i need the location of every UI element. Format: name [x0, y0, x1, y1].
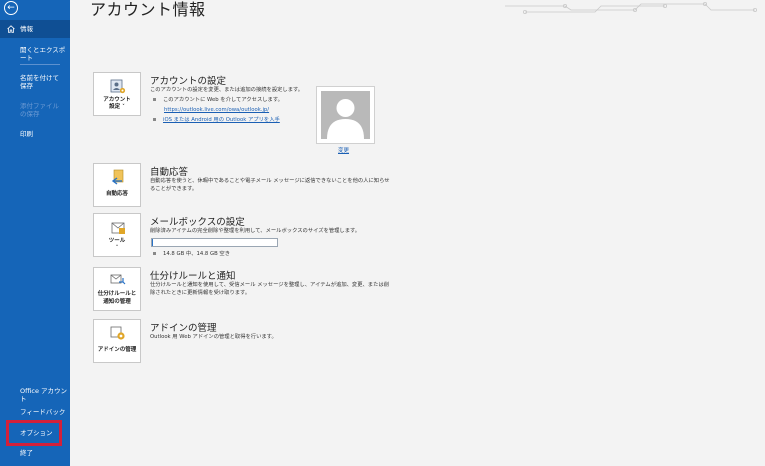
tools-icon: [111, 222, 125, 234]
sidebar-item-info[interactable]: 情報: [0, 20, 70, 38]
auto-reply-desc: 自動応答を使うと、休暇中であることや電子メール メッセージに返信できないことを他…: [150, 178, 390, 192]
owa-link[interactable]: https://outlook.live.com/owa/outlook.jp/: [164, 106, 269, 114]
sidebar-item-label: Office アカウント: [20, 387, 68, 403]
person-silhouette-icon: [327, 99, 364, 139]
bullet-icon: [153, 98, 156, 101]
account-settings-icon: [110, 79, 126, 94]
manage-addins-button[interactable]: アドインの管理: [93, 319, 141, 363]
sidebar-item-label: 印刷: [20, 130, 33, 138]
rules-alerts-title: 仕分けルールと通知: [150, 271, 236, 282]
change-photo-link[interactable]: 変更: [338, 146, 349, 154]
backstage-sidebar: ← 情報 開くとエクスポート 名前を付けて保存 添付ファイルの保存 印刷 Off…: [0, 0, 70, 466]
sidebar-item-save-as[interactable]: 名前を付けて保存: [0, 74, 70, 90]
tools-button[interactable]: ツール ˅: [93, 213, 141, 257]
owa-link-text[interactable]: https://outlook.live.com/owa/outlook.jp/: [164, 107, 269, 113]
sidebar-divider: [20, 64, 60, 65]
sidebar-item-exit[interactable]: 終了: [0, 449, 70, 457]
rules-alerts-button[interactable]: 仕分けルールと 通知の管理: [93, 267, 141, 311]
sidebar-item-label: 添付ファイルの保存: [20, 102, 59, 118]
tile-label: 仕分けルールと: [97, 291, 137, 297]
profile-picture: [316, 86, 375, 144]
tile-label: アドインの管理: [97, 347, 137, 353]
mobile-app-link[interactable]: iOS または Android 用の Outlook アプリを入手: [153, 116, 280, 124]
sidebar-item-options[interactable]: オプション: [0, 429, 70, 437]
tile-label: 自動応答: [105, 191, 128, 197]
web-access-label: このアカウントに Web を介してアクセスします。: [163, 97, 283, 103]
sidebar-item-label: 開くとエクスポート: [20, 46, 66, 62]
rules-icon: [110, 274, 126, 285]
sidebar-item-label: 名前を付けて保存: [20, 74, 59, 90]
page-title: アカウント情報: [90, 0, 206, 19]
mailbox-usage-bar: [151, 238, 278, 247]
tile-label: 通知の管理: [103, 299, 131, 305]
sidebar-item-print[interactable]: 印刷: [0, 130, 70, 138]
mailbox-usage-fill: [152, 239, 154, 246]
auto-reply-icon: [111, 169, 124, 185]
tile-label: 設定 ˅: [109, 104, 125, 110]
account-settings-button[interactable]: アカウント 設定 ˅: [93, 72, 141, 116]
rules-alerts-desc: 仕分けルールと通知を使用して、受信メール メッセージを整理し、アイテムが追加、変…: [150, 282, 389, 296]
tile-label: アカウント: [103, 97, 131, 103]
sidebar-item-feedback[interactable]: フィードバック: [0, 408, 70, 416]
auto-reply-title: 自動応答: [150, 167, 189, 178]
sidebar-item-office-account[interactable]: Office アカウント: [0, 387, 70, 403]
home-icon: [7, 25, 15, 33]
mailbox-settings-title: メールボックスの設定: [150, 217, 245, 228]
web-access-text: このアカウントに Web を介してアクセスします。: [153, 96, 283, 104]
bullet-icon: [153, 118, 156, 121]
tile-label: ツール: [108, 238, 126, 244]
sidebar-item-label: 情報: [20, 25, 33, 33]
back-arrow-icon[interactable]: ←: [4, 1, 18, 15]
auto-reply-button[interactable]: 自動応答: [93, 163, 141, 207]
account-settings-title: アカウントの設定: [150, 76, 227, 87]
circuit-decoration-icon: [505, 2, 757, 14]
mobile-app-link-text[interactable]: iOS または Android 用の Outlook アプリを入手: [163, 117, 280, 123]
addins-title: アドインの管理: [150, 323, 217, 334]
mailbox-settings-desc: 削除済みアイテムの完全削除や整理を利用して、メールボックスのサイズを管理します。: [150, 228, 361, 234]
sidebar-item-label: フィードバック: [20, 408, 66, 416]
bullet-icon: [153, 252, 156, 255]
addins-gear-icon: [110, 326, 125, 340]
sidebar-item-label: オプション: [20, 429, 53, 437]
storage-text: 14.8 GB 中、14.8 GB 空き: [153, 250, 230, 258]
sidebar-item-open-export[interactable]: 開くとエクスポート: [0, 46, 70, 62]
sidebar-item-save-attachments: 添付ファイルの保存: [0, 102, 70, 118]
tile-caret: ˅: [115, 245, 119, 251]
storage-label: 14.8 GB 中、14.8 GB 空き: [163, 251, 230, 257]
addins-desc: Outlook 用 Web アドインの管理と取得を行います。: [150, 334, 277, 340]
sidebar-item-label: 終了: [20, 449, 33, 457]
